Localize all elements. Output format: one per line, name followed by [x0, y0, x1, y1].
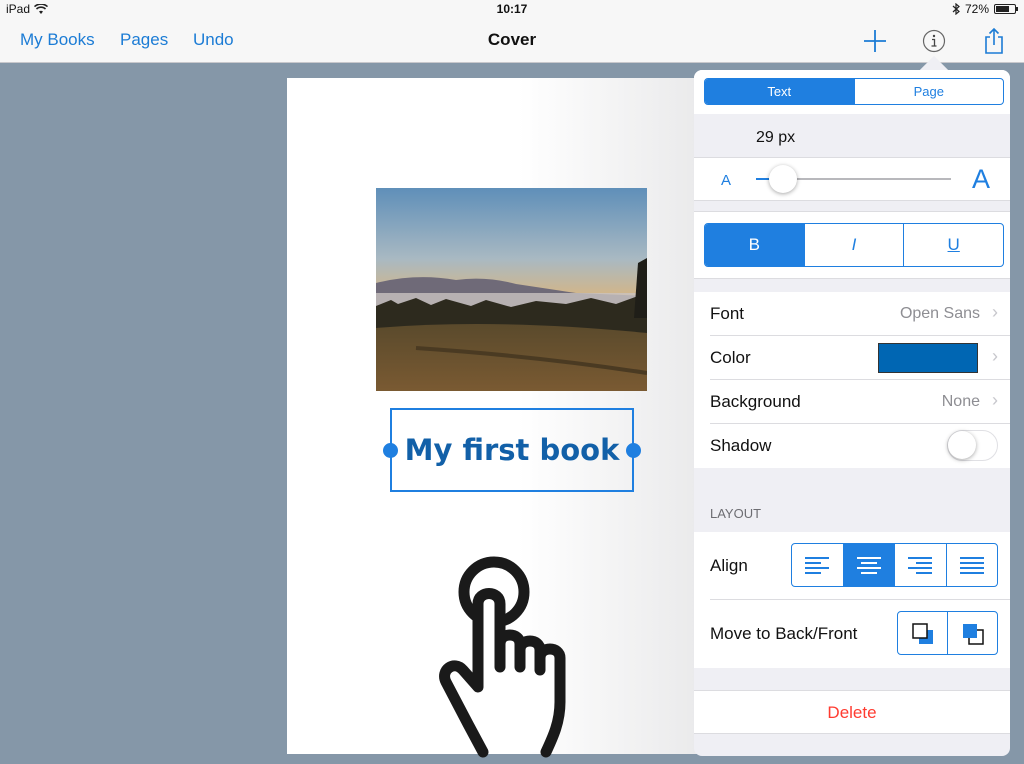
- battery-icon: [994, 4, 1018, 14]
- status-time: 10:17: [496, 2, 528, 16]
- chevron-right-icon: ›: [992, 302, 998, 322]
- tab-text[interactable]: Text: [705, 79, 854, 104]
- small-a-label: A: [721, 172, 732, 189]
- title-text[interactable]: My first book: [405, 433, 620, 467]
- tap-gesture-hand-icon: [439, 556, 566, 758]
- battery-percent: 72%: [964, 2, 989, 16]
- status-right: 72%: [952, 2, 1018, 16]
- align-justify-icon: [959, 557, 984, 574]
- tabs-cell: Text Page: [694, 70, 1010, 114]
- shadow-row: Shadow: [694, 424, 1010, 468]
- navigation-bar: My Books Pages Undo Cover: [0, 18, 1024, 63]
- shadow-toggle[interactable]: [947, 430, 998, 461]
- align-row: Align: [694, 532, 1010, 600]
- background-value: None: [941, 393, 980, 410]
- size-slider-thumb[interactable]: [769, 165, 798, 193]
- landscape-photo-image: [376, 188, 647, 391]
- size-slider-track[interactable]: [756, 165, 951, 193]
- font-size-readout: 29 px: [756, 129, 796, 146]
- chevron-right-icon: ›: [992, 390, 998, 410]
- underline-button[interactable]: U: [903, 224, 1003, 266]
- style-row: B I U: [694, 211, 1010, 279]
- bring-to-front-icon: [962, 624, 984, 645]
- battery-fill: [996, 6, 1009, 12]
- font-label: Font: [710, 304, 745, 323]
- layout-section-header: LAYOUT: [710, 506, 762, 521]
- background-row[interactable]: Background None ›: [694, 380, 1010, 424]
- bluetooth-icon: [952, 3, 960, 15]
- move-to-back-button[interactable]: [898, 612, 947, 654]
- share-icon[interactable]: [979, 26, 1009, 56]
- size-slider-row: A A: [694, 157, 1010, 201]
- move-label: Move to Back/Front: [710, 624, 858, 643]
- align-left-button[interactable]: [792, 544, 843, 586]
- bold-button[interactable]: B: [705, 224, 804, 266]
- background-label: Background: [710, 392, 801, 411]
- move-to-front-button[interactable]: [947, 612, 997, 654]
- move-buttons: [897, 611, 998, 655]
- large-a-label: A: [972, 164, 991, 194]
- send-to-back-icon: [911, 623, 933, 644]
- align-center-icon: [856, 557, 881, 574]
- toggle-knob: [948, 431, 976, 459]
- status-bar: iPad 10:17 72%: [0, 0, 1024, 18]
- delete-button[interactable]: Delete: [694, 690, 1010, 734]
- align-left-icon: [805, 557, 830, 574]
- font-value: Open Sans: [899, 305, 980, 322]
- color-row[interactable]: Color ›: [694, 336, 1010, 380]
- add-icon[interactable]: [860, 26, 890, 56]
- tab-page[interactable]: Page: [853, 79, 1004, 104]
- color-swatch[interactable]: [878, 343, 978, 373]
- align-justify-button[interactable]: [945, 544, 998, 586]
- italic-button[interactable]: I: [803, 224, 904, 266]
- align-buttons: [791, 543, 998, 587]
- align-label: Align: [710, 556, 748, 575]
- move-row: Move to Back/Front: [694, 600, 1010, 668]
- title-text-box[interactable]: My first book: [383, 408, 641, 492]
- color-label: Color: [710, 348, 751, 367]
- cover-photo[interactable]: [376, 188, 647, 391]
- align-center-button[interactable]: [842, 544, 894, 586]
- chevron-right-icon: ›: [992, 346, 998, 366]
- inspector-tabs: Text Page: [704, 78, 1004, 105]
- font-row[interactable]: Font Open Sans ›: [694, 292, 1010, 336]
- right-resize-handle[interactable]: [626, 443, 641, 458]
- shadow-label: Shadow: [710, 436, 772, 455]
- align-right-icon: [908, 557, 933, 574]
- align-right-button[interactable]: [894, 544, 946, 586]
- info-icon[interactable]: [919, 26, 949, 56]
- left-resize-handle[interactable]: [383, 443, 398, 458]
- text-style-buttons: B I U: [704, 223, 1004, 267]
- text-inspector-popover: Text Page 29 px A A B I U Font Open Sans…: [694, 70, 1010, 756]
